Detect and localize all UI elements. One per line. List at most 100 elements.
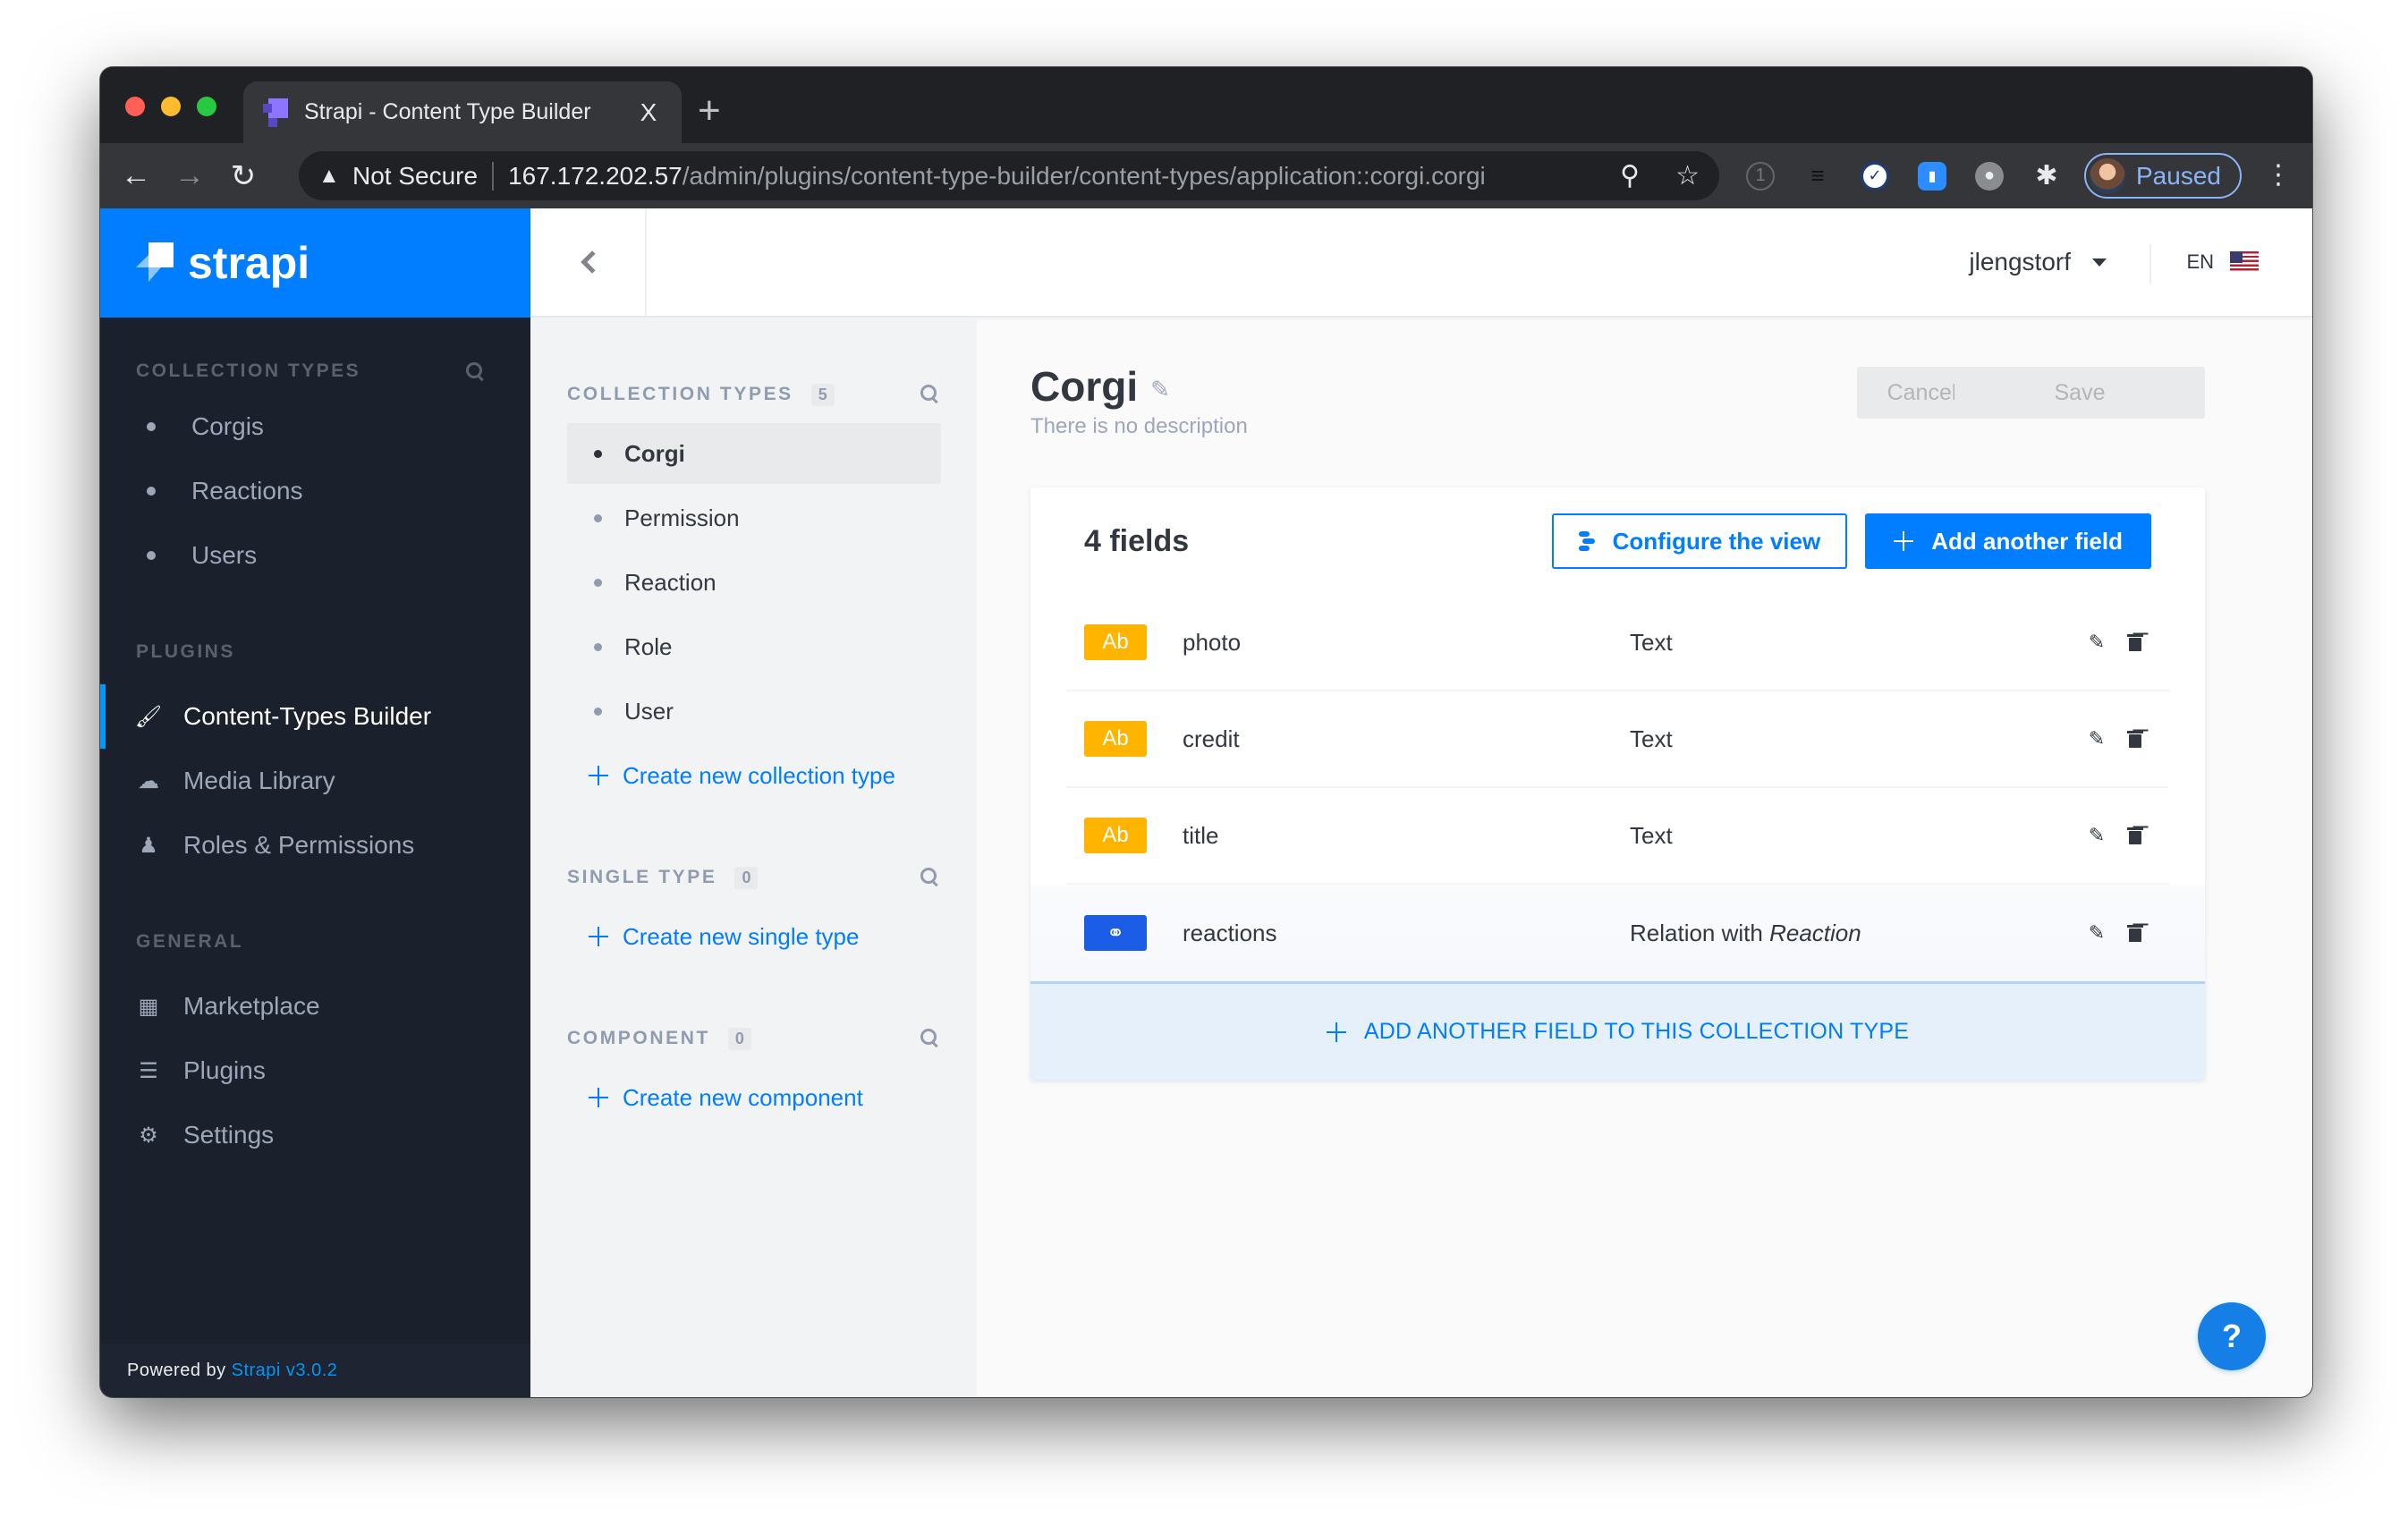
add-another-field-button[interactable]: Add another field — [1865, 513, 2151, 569]
row-actions: ✎ — [2087, 825, 2143, 846]
close-window-button[interactable] — [125, 97, 145, 116]
search-icon[interactable] — [920, 1028, 941, 1049]
sidebar-item-corgis[interactable]: Corgis — [136, 394, 530, 459]
field-row-photo[interactable]: Ab photo Text ✎ — [1066, 595, 2169, 691]
list-item-user[interactable]: User — [567, 681, 941, 742]
powered-by-footer: Powered by Strapi v3.0.2 — [100, 1344, 530, 1397]
brand-header[interactable]: strapi — [100, 208, 530, 318]
list-item-permission[interactable]: Permission — [567, 487, 941, 548]
save-button[interactable]: Save — [1954, 367, 2205, 419]
add-field-to-collection-button[interactable]: ADD ANOTHER FIELD TO THIS COLLECTION TYP… — [1030, 981, 2205, 1080]
collection-types-block: Collection Types 5 Corgi Permission Reac… — [567, 377, 941, 806]
field-row-reactions[interactable]: ⚭ reactions Relation with Reaction ✎ — [1030, 885, 2205, 981]
search-icon[interactable] — [920, 384, 941, 405]
zoom-extension-icon[interactable]: ▮ — [1918, 161, 1946, 191]
onepassword-extension-icon[interactable]: 1 — [1746, 161, 1775, 191]
field-row-title[interactable]: Ab title Text ✎ — [1066, 788, 2169, 885]
sidebar-item-users[interactable]: Users — [136, 523, 530, 588]
text-type-badge: Ab — [1084, 624, 1147, 660]
sidebar-item-plugins[interactable]: ☰ Plugins — [136, 1039, 530, 1103]
sidebar-item-marketplace[interactable]: ▦ Marketplace — [136, 974, 530, 1039]
section-title: Single Type — [567, 867, 717, 887]
trash-icon[interactable] — [2127, 827, 2143, 844]
star-icon[interactable]: ☆ — [1675, 160, 1700, 191]
sidebar-item-label: Settings — [183, 1121, 275, 1149]
trash-icon[interactable] — [2127, 924, 2143, 942]
edit-pencil-icon[interactable]: ✎ — [2087, 922, 2107, 944]
minimize-window-button[interactable] — [161, 97, 181, 116]
user-menu[interactable]: jlengstorf — [1969, 208, 2107, 316]
brand-name: strapi — [188, 238, 310, 288]
browser-window: Strapi - Content Type Builder X + ← → ↻ … — [100, 67, 2312, 1397]
maximize-window-button[interactable] — [197, 97, 216, 116]
address-bar[interactable]: ▲ Not Secure 167.172.202.57 /admin/plugi… — [299, 151, 1719, 200]
url-host: 167.172.202.57 — [508, 161, 683, 190]
bullet-icon — [147, 551, 156, 560]
sidebar-section-plugins: Plugins 🖌 Content-Types Builder ☁ Media Li… — [100, 634, 530, 877]
sidebar-item-label: Marketplace — [183, 992, 320, 1020]
trash-icon[interactable] — [2127, 633, 2143, 651]
check-extension-icon[interactable]: ✓ — [1861, 161, 1889, 191]
bird-extension-icon[interactable]: ● — [1975, 161, 2004, 191]
list-item-label: User — [624, 697, 674, 725]
create-link-label: Create new single type — [623, 922, 860, 950]
bullet-icon — [594, 642, 602, 651]
configure-view-button[interactable]: Configure the view — [1551, 513, 1848, 569]
sidebar-item-media-library[interactable]: ☁ Media Library — [136, 749, 530, 813]
create-collection-type-link[interactable]: Create new collection type — [567, 745, 941, 806]
relation-type-badge: ⚭ — [1084, 915, 1147, 951]
edit-pencil-icon[interactable]: ✎ — [2087, 632, 2107, 653]
language-selector[interactable]: EN — [2186, 208, 2259, 316]
key-icon[interactable]: ⚲ — [1620, 160, 1640, 191]
create-single-type-link[interactable]: Create new single type — [567, 906, 941, 967]
plus-icon — [589, 927, 608, 946]
sidebar-section-general: General ▦ Marketplace ☰ Plugins ⚙ Settings — [100, 924, 530, 1167]
new-tab-button[interactable]: + — [698, 89, 721, 133]
edit-pencil-icon[interactable]: ✎ — [2087, 728, 2107, 750]
pencil-icon[interactable]: ✎ — [1150, 376, 1172, 403]
buffer-extension-icon[interactable]: ≡ — [1803, 162, 1832, 191]
back-arrow-icon[interactable]: ← — [118, 158, 154, 194]
forward-arrow-icon[interactable]: → — [172, 158, 208, 194]
edit-pencil-icon[interactable]: ✎ — [2087, 825, 2107, 846]
security-label[interactable]: Not Secure — [352, 162, 478, 191]
browser-tab[interactable]: Strapi - Content Type Builder X — [243, 81, 682, 143]
create-component-link[interactable]: Create new component — [567, 1067, 941, 1128]
tab-close-icon[interactable]: X — [635, 98, 662, 127]
sidebar-item-reactions[interactable]: Reactions — [136, 459, 530, 523]
sidebar-heading: General — [136, 924, 530, 960]
paintbrush-icon: 🖌 — [134, 704, 163, 729]
page-description: There is no description — [1030, 414, 1248, 438]
search-icon[interactable] — [920, 867, 941, 888]
us-flag-icon — [2230, 251, 2259, 273]
list-item-label: Permission — [624, 504, 740, 531]
configure-icon — [1578, 531, 1595, 551]
field-row-credit[interactable]: Ab credit Text ✎ — [1066, 691, 2169, 788]
list-item-corgi[interactable]: Corgi — [567, 423, 941, 484]
list-item-reaction[interactable]: Reaction — [567, 552, 941, 613]
puzzle-extensions-icon[interactable]: ✱ — [2032, 161, 2061, 191]
sidebar-heading: Collection Types — [136, 353, 530, 389]
link-icon: ⚭ — [1106, 920, 1125, 945]
help-button[interactable]: ? — [2198, 1302, 2266, 1370]
sidebar-item-content-types-builder[interactable]: 🖌 Content-Types Builder — [100, 684, 530, 749]
profile-button[interactable]: Paused — [2084, 153, 2242, 199]
add-footer-label: ADD ANOTHER FIELD TO THIS COLLECTION TYP… — [1363, 1019, 1910, 1044]
reload-icon[interactable]: ↻ — [225, 158, 261, 194]
sidebar-item-label: Plugins — [183, 1056, 266, 1084]
list-item-role[interactable]: Role — [567, 616, 941, 677]
trash-icon[interactable] — [2127, 730, 2143, 748]
header-divider — [2149, 244, 2151, 284]
sidebar-item-label: Media Library — [183, 767, 335, 794]
search-icon[interactable] — [464, 360, 486, 382]
sidebar-item-roles-permissions[interactable]: ♟ Roles & Permissions — [136, 813, 530, 877]
kebab-menu-icon[interactable]: ⋮ — [2265, 157, 2292, 193]
row-actions: ✎ — [2087, 922, 2143, 944]
field-name: title — [1183, 821, 1219, 849]
bullet-icon — [594, 707, 602, 716]
sidebar-list: Corgis Reactions Users — [136, 394, 530, 588]
back-button[interactable] — [530, 208, 647, 316]
sidebar-item-settings[interactable]: ⚙ Settings — [136, 1103, 530, 1167]
bullet-icon — [594, 513, 602, 522]
strapi-version-link[interactable]: Strapi v3.0.2 — [232, 1361, 338, 1381]
